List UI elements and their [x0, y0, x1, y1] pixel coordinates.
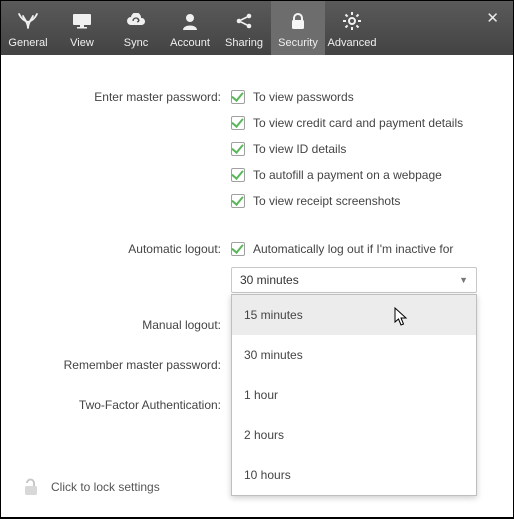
- tab-label: Advanced: [328, 37, 377, 49]
- dropdown-option-2-hours[interactable]: 2 hours: [232, 415, 476, 455]
- manual-logout-label: Manual logout:: [21, 318, 231, 332]
- dropdown-option-10-hours[interactable]: 10 hours: [232, 455, 476, 495]
- tab-label: Account: [170, 37, 210, 49]
- check-view-passwords-label: To view passwords: [253, 90, 354, 104]
- security-panel: Enter master password: To view passwords…: [1, 55, 513, 417]
- check-autofill-payment[interactable]: [231, 168, 245, 182]
- lock-settings-text: Click to lock settings: [51, 480, 160, 494]
- enter-master-password-label: Enter master password:: [21, 90, 231, 104]
- check-view-id[interactable]: [231, 142, 245, 156]
- settings-window: General View Sync Account Sharing: [1, 1, 513, 517]
- chevron-down-icon: ▼: [459, 275, 468, 285]
- unlocked-padlock-icon: [23, 477, 39, 497]
- monitor-icon: [72, 9, 92, 33]
- check-view-passwords[interactable]: [231, 90, 245, 104]
- person-icon: [181, 9, 199, 33]
- tab-sharing[interactable]: Sharing: [217, 1, 271, 55]
- check-view-receipt-label: To view receipt screenshots: [253, 194, 400, 208]
- check-view-credit-label: To view credit card and payment details: [253, 116, 463, 130]
- close-button[interactable]: ✕: [486, 9, 499, 27]
- gear-icon: [343, 9, 361, 33]
- check-view-id-label: To view ID details: [253, 142, 346, 156]
- antelope-icon: [17, 9, 39, 33]
- two-factor-auth-label: Two-Factor Authentication:: [21, 398, 231, 412]
- tab-view[interactable]: View: [55, 1, 109, 55]
- tab-advanced[interactable]: Advanced: [325, 1, 379, 55]
- auto-logout-dropdown: 15 minutes 30 minutes 1 hour 2 hours 10 …: [231, 294, 477, 496]
- tab-label: Security: [278, 37, 318, 49]
- dropdown-option-15-minutes[interactable]: 15 minutes: [232, 295, 476, 335]
- tab-general[interactable]: General: [1, 1, 55, 55]
- tab-label: Sync: [124, 37, 148, 49]
- tab-label: Sharing: [225, 37, 263, 49]
- dropdown-option-30-minutes[interactable]: 30 minutes: [232, 335, 476, 375]
- dropdown-option-1-hour[interactable]: 1 hour: [232, 375, 476, 415]
- auto-logout-selected: 30 minutes: [240, 273, 299, 287]
- tab-account[interactable]: Account: [163, 1, 217, 55]
- lock-icon: [290, 9, 306, 33]
- share-icon: [235, 9, 253, 33]
- cloud-sync-icon: [125, 9, 147, 33]
- mouse-cursor-icon: [394, 307, 408, 327]
- toolbar: General View Sync Account Sharing: [1, 1, 513, 55]
- tab-security[interactable]: Security: [271, 1, 325, 55]
- tab-label: General: [8, 37, 47, 49]
- check-auto-logout[interactable]: [231, 242, 245, 256]
- tab-label: View: [70, 37, 94, 49]
- check-auto-logout-label: Automatically log out if I'm inactive fo…: [253, 242, 453, 256]
- tab-sync[interactable]: Sync: [109, 1, 163, 55]
- check-autofill-payment-label: To autofill a payment on a webpage: [253, 168, 442, 182]
- lock-settings[interactable]: Click to lock settings: [23, 477, 160, 497]
- auto-logout-select[interactable]: 30 minutes ▼: [231, 267, 477, 293]
- remember-master-password-label: Remember master password:: [21, 358, 231, 372]
- check-view-credit[interactable]: [231, 116, 245, 130]
- automatic-logout-label: Automatic logout:: [21, 242, 231, 256]
- check-view-receipt[interactable]: [231, 194, 245, 208]
